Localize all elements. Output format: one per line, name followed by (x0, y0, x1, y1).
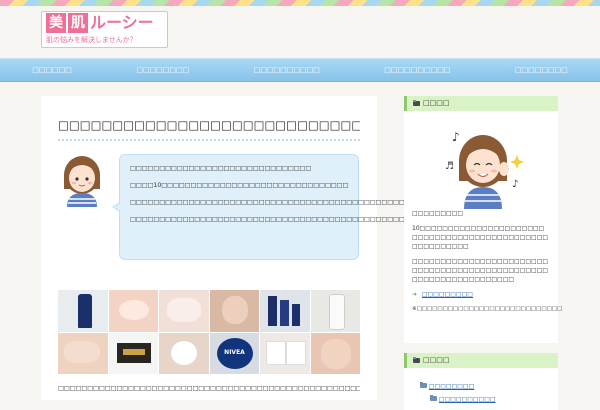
category-widget-header: □□□□ (404, 353, 558, 368)
nav-item-2[interactable]: □□□□□□□□ (128, 59, 197, 81)
logo-text: ルーシー (90, 13, 154, 32)
logo-char-2: 肌 (68, 13, 88, 33)
author-avatar (59, 153, 105, 207)
photo-soap-box (108, 332, 158, 374)
photo-skin-texture (159, 290, 209, 332)
photo-lotion-hand (209, 290, 259, 332)
logo-char-1: 美 (46, 13, 66, 33)
main-nav: □□□□□□ □□□□□□□□ □□□□□□□□□□ □□□□□□□□□□ □□… (0, 58, 600, 82)
photo-nivea-can: NIVEA (209, 332, 259, 374)
speech-bubble: □□□□□□□□□□□□□□□□□□□□□□□□□□□□□□□ □□□□10□□… (112, 154, 464, 260)
photo-soap-foam (159, 332, 209, 374)
photo-white-bottle (310, 290, 360, 332)
article-body-text: □□□□□□□□□□□□□□□□□□□□□□□□□□□□□□□□□□□□□□□□… (58, 385, 360, 392)
profile-illustration: ♪ ♬ ♪ (412, 117, 550, 209)
category-widget-title: □□□□ (423, 356, 450, 364)
nivea-label: NIVEA (224, 348, 245, 356)
photo-lotion-bottle (58, 290, 108, 332)
bubble-line-1: □□□□□□□□□□□□□□□□□□□□□□□□□□□□□□□ (130, 165, 312, 172)
profile-name: □□□□□□□□□ (412, 210, 464, 217)
svg-text:♪: ♪ (512, 179, 518, 190)
logo-tagline: 肌の悩みを解決しませんか？ (46, 36, 137, 44)
sidebar: □□□□ ♪ ♬ ♪ □□□□□□□□□ 10□□□□□□□□□□□□□□□□□… (404, 96, 563, 410)
photo-bottles (260, 290, 310, 332)
svg-text:♬: ♬ (445, 161, 454, 172)
logo-chars: 美 肌 (46, 13, 88, 33)
profile-text-2: □□□□□□□□□□□□□□□□□□□□□□□□□□□□□□□□□□□□□□□□… (412, 258, 549, 283)
bubble-line-3: □□□□□□□□□□□□□□□□□□□□□□□□□□□□□□□□□□□□□□□□… (130, 199, 464, 206)
photo-hand-back (58, 332, 108, 374)
article-title: □□□□□□□□□□□□□□□□□□□□□□□□□□□□ (58, 114, 360, 141)
photo-palm (310, 332, 360, 374)
profile-link[interactable]: □□□□□□□□□ (422, 291, 473, 298)
arrow-right-icon: ➜ (412, 291, 418, 298)
profile-widget-body: ♪ ♬ ♪ □□□□□□□□□ 10□□□□□□□□□□□□□□□□□□□□□□… (404, 111, 563, 343)
profile-link-row: ➜ □□□□□□□□□ (412, 290, 550, 299)
bubble-line-2: □□□□10□□□□□□□□□□□□□□□□□□□□□□□□□□□□□□□□ (130, 182, 349, 189)
product-photo-collage: NIVEA (58, 290, 360, 374)
nav-item-5[interactable]: □□□□□□□□ (507, 59, 576, 81)
category-item-1[interactable]: □□□□□□□□ (420, 382, 550, 391)
profile-widget-header: □□□□ (404, 96, 558, 111)
folder-icon (413, 357, 420, 363)
article-main: □□□□□□□□□□□□□□□□□□□□□□□□□□□□ □□□□□□□□□□□… (41, 96, 464, 400)
profile-text-1: 10□□□□□□□□□□□□□□□□□□□□□□□□□□□□□□□□□□□□□□… (412, 225, 549, 250)
nav-item-1[interactable]: □□□□□□ (24, 59, 80, 81)
category-link-1[interactable]: □□□□□□□□ (429, 383, 474, 390)
photo-hand-cream (108, 290, 158, 332)
svg-text:♪: ♪ (452, 130, 460, 144)
category-widget-body: □□□□□□□□ □□□□□□□□□□ (404, 368, 558, 410)
profile-widget-title: □□□□ (423, 99, 450, 107)
profile-note: ※□□□□□□□□□□□□□□□□□□□□□□□□□□□□ (412, 306, 563, 312)
site-logo[interactable]: 美 肌 ルーシー 肌の悩みを解決しませんか？ (41, 11, 168, 48)
header-stripe (0, 0, 600, 6)
folder-icon (420, 382, 427, 388)
bubble-line-4: □□□□□□□□□□□□□□□□□□□□□□□□□□□□□□□□□□□□□□□□… (130, 216, 464, 223)
nav-item-4[interactable]: □□□□□□□□□□ (376, 59, 458, 81)
folder-icon (413, 100, 420, 106)
photo-sample-packs (260, 332, 310, 374)
nav-item-3[interactable]: □□□□□□□□□□ (246, 59, 328, 81)
folder-icon (430, 395, 437, 401)
